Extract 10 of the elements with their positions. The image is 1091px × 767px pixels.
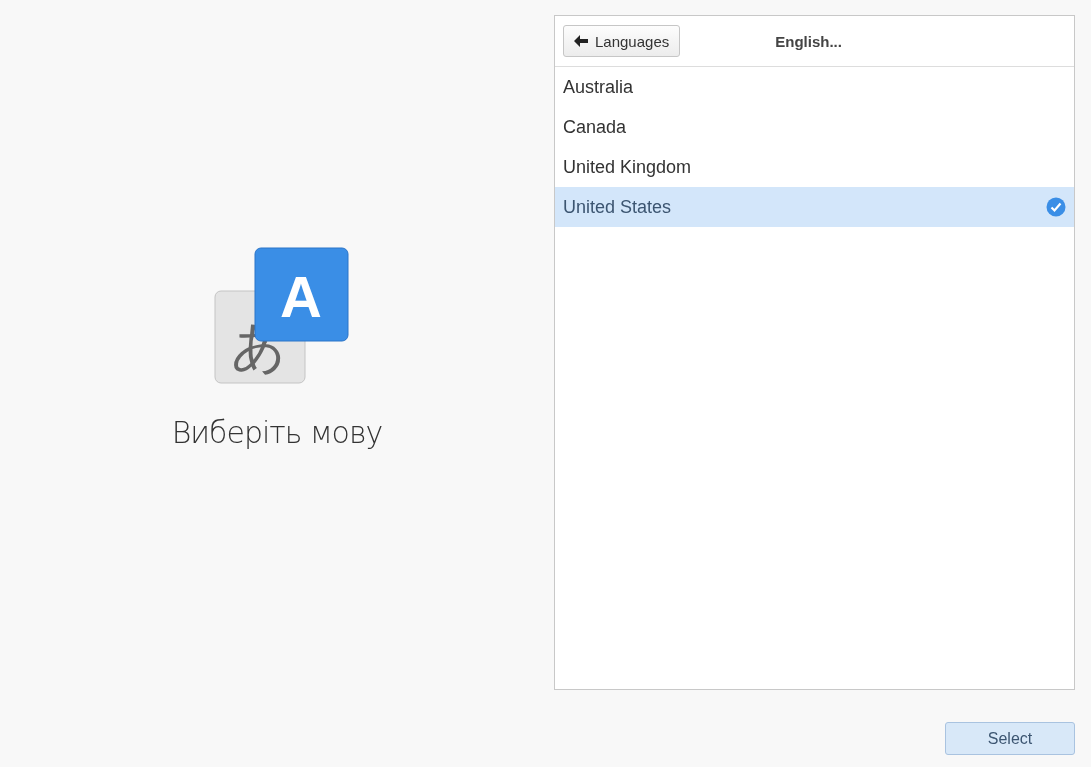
region-item[interactable]: United States [555, 187, 1074, 227]
select-button[interactable]: Select [945, 722, 1075, 755]
checkmark-icon [1046, 197, 1066, 217]
back-button[interactable]: Languages [563, 25, 681, 57]
region-item[interactable]: Canada [555, 107, 1074, 147]
region-item[interactable]: United Kingdom [555, 147, 1074, 187]
region-item[interactable]: Australia [555, 67, 1074, 107]
back-arrow-icon [574, 35, 588, 47]
page-title: Виберіть мову [171, 415, 383, 450]
current-language: English... [775, 32, 842, 50]
